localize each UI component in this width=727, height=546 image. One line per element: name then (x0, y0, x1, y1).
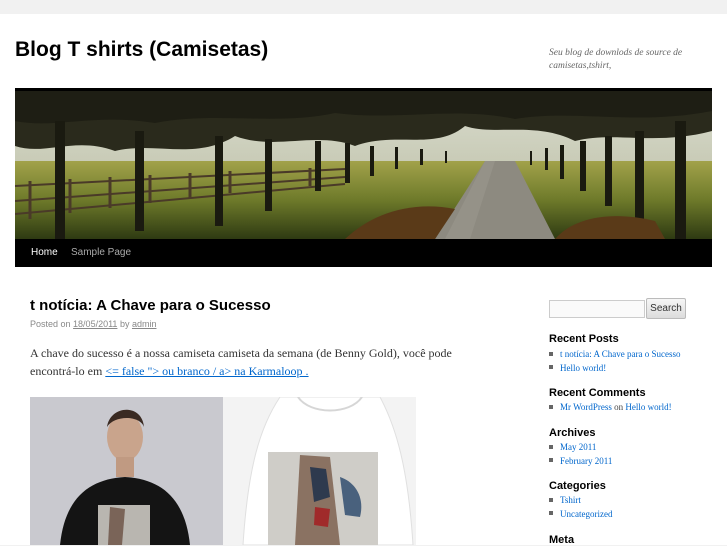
archive-link[interactable]: February 2011 (560, 456, 612, 466)
site-description: Seu blog de downlods de source de camise… (549, 48, 683, 71)
karmaloop-link[interactable]: <= false "> ou branco / a> na Karmaloop … (105, 364, 308, 378)
list-item: May 2011 (549, 441, 612, 455)
post-product-image (30, 397, 416, 545)
page-wrapper: Blog T shirts (Camisetas) Seu blog de do… (0, 14, 727, 546)
bullet-icon (549, 365, 553, 370)
search-button[interactable]: Search (646, 298, 686, 319)
categories-title: Categories (549, 480, 606, 492)
category-link[interactable]: Uncategorized (560, 509, 612, 519)
archives-title: Archives (549, 427, 596, 439)
comment-author-link[interactable]: Mr WordPress (560, 402, 612, 412)
site-title[interactable]: Blog T shirts (Camisetas) (15, 38, 268, 62)
list-item: Uncategorized (549, 508, 612, 522)
post-date-link[interactable]: 18/05/2011 (73, 319, 117, 329)
recent-posts-list: t notícia: A Chave para o Sucesso Hello … (549, 348, 680, 375)
category-link[interactable]: Tshirt (560, 495, 581, 505)
bullet-icon (549, 444, 553, 449)
search-input[interactable] (549, 300, 645, 318)
menu-item-home[interactable]: Home (31, 239, 58, 267)
bullet-icon (549, 458, 553, 463)
categories-list: Tshirt Uncategorized (549, 494, 612, 521)
recent-comments-list: Mr WordPress on Hello world! (549, 401, 672, 415)
list-item: Hello world! (549, 362, 680, 376)
list-item: February 2011 (549, 455, 612, 469)
comment-on-label: on (614, 402, 624, 412)
bullet-icon (549, 404, 553, 409)
list-item: Tshirt (549, 494, 612, 508)
menu-item-sample-page[interactable]: Sample Page (71, 239, 131, 267)
recent-post-link[interactable]: Hello world! (560, 363, 606, 373)
post-author-link[interactable]: admin (132, 319, 157, 329)
bullet-icon (549, 351, 553, 356)
archive-link[interactable]: May 2011 (560, 442, 596, 452)
post-meta: Posted on 18/05/2011 by admin (30, 319, 157, 329)
recent-posts-title: Recent Posts (549, 333, 619, 345)
list-item: t notícia: A Chave para o Sucesso (549, 348, 680, 362)
recent-comments-title: Recent Comments (549, 387, 646, 399)
comment-post-link[interactable]: Hello world! (625, 402, 671, 412)
main-navigation: Home Sample Page (15, 239, 712, 267)
posted-on-label: Posted on (30, 319, 71, 329)
recent-post-link[interactable]: t notícia: A Chave para o Sucesso (560, 349, 680, 359)
post-content: A chave do sucesso é a nossa camiseta ca… (30, 344, 490, 380)
bullet-icon (549, 497, 553, 502)
header-banner-image (15, 91, 712, 239)
archives-list: May 2011 February 2011 (549, 441, 612, 468)
post-title[interactable]: t notícia: A Chave para o Sucesso (30, 297, 271, 314)
bullet-icon (549, 511, 553, 516)
by-label: by (119, 319, 130, 329)
meta-title: Meta (549, 534, 575, 546)
list-item: Mr WordPress on Hello world! (549, 401, 672, 415)
